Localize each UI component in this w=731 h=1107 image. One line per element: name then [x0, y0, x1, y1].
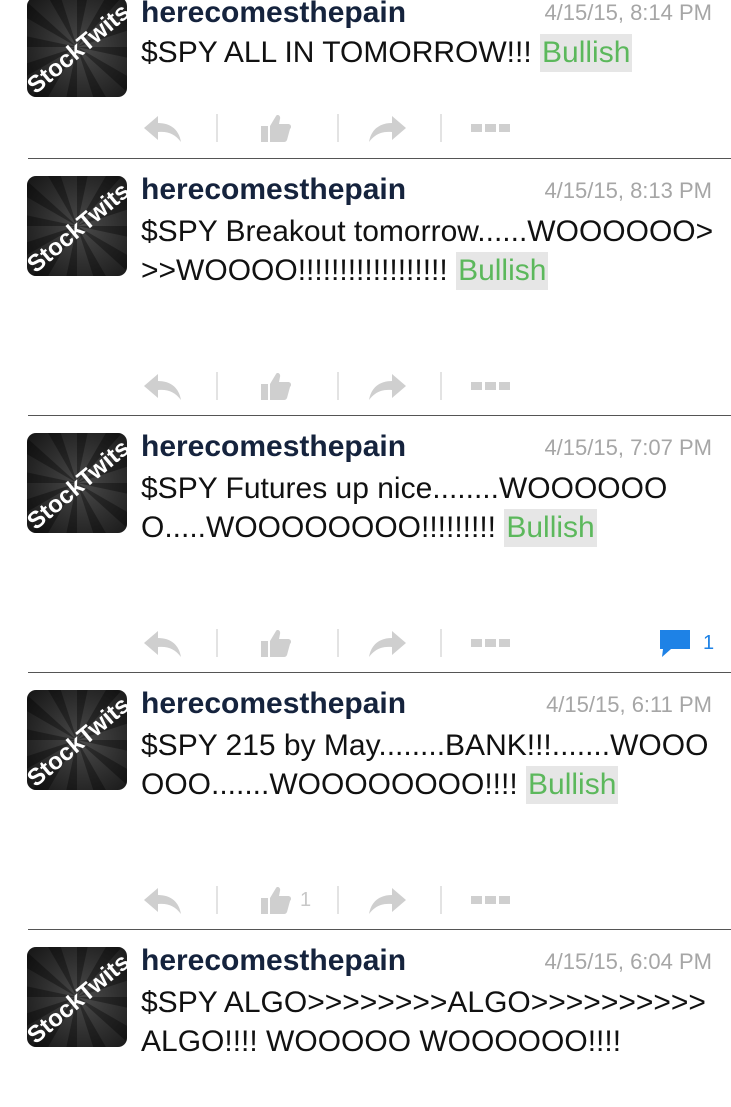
- thumbs-up-icon: [260, 370, 292, 402]
- like-button[interactable]: [260, 627, 300, 659]
- action-divider: [440, 886, 442, 914]
- message-text: $SPY ALGO>>>>>>>>ALGO>>>>>>>>>>ALGO!!!! …: [141, 986, 706, 1058]
- share-arrow-icon: [367, 112, 407, 144]
- like-count: 1: [300, 888, 312, 911]
- more-icon: [471, 894, 511, 906]
- thumbs-up-icon: [260, 884, 292, 916]
- share-button[interactable]: [367, 627, 407, 659]
- action-divider: [337, 114, 339, 142]
- action-divider: [440, 372, 442, 400]
- username[interactable]: herecomesthepain: [141, 687, 406, 721]
- share-arrow-icon: [367, 627, 407, 659]
- reply-icon: [143, 627, 183, 659]
- reply-icon: [143, 370, 183, 402]
- sentiment-badge: Bullish: [456, 252, 549, 290]
- reply-button[interactable]: [143, 112, 183, 144]
- username[interactable]: herecomesthepain: [141, 944, 406, 978]
- action-divider: [216, 114, 218, 142]
- thumbs-up-icon: [260, 112, 292, 144]
- avatar[interactable]: StockTwits: [27, 176, 127, 276]
- message-body: $SPY ALGO>>>>>>>>ALGO>>>>>>>>>>ALGO!!!! …: [141, 983, 716, 1061]
- more-button[interactable]: [471, 122, 511, 134]
- reply-icon: [143, 112, 183, 144]
- message-text: $SPY 215 by May........BANK!!!.......WOO…: [141, 729, 709, 801]
- sentiment-badge: Bullish: [540, 34, 633, 72]
- more-icon: [471, 380, 511, 392]
- action-divider: [337, 886, 339, 914]
- reply-button[interactable]: [143, 884, 183, 916]
- message-text: $SPY Breakout tomorrow......WOOOOOO>>>WO…: [141, 215, 714, 287]
- action-divider: [216, 629, 218, 657]
- comments-button[interactable]: 1: [659, 628, 714, 658]
- action-divider: [216, 886, 218, 914]
- action-divider: [337, 629, 339, 657]
- share-button[interactable]: [367, 884, 407, 916]
- username[interactable]: herecomesthepain: [141, 173, 406, 207]
- divider: [28, 929, 731, 930]
- action-bar: 1: [0, 623, 731, 663]
- like-button[interactable]: 1: [260, 884, 311, 916]
- action-divider: [216, 372, 218, 400]
- message-body: $SPY ALL IN TOMORROW!!! Bullish: [141, 33, 716, 72]
- reply-button[interactable]: [143, 370, 183, 402]
- divider: [28, 672, 731, 673]
- message-body: $SPY Futures up nice........WOOOOOOO....…: [141, 469, 716, 547]
- reply-icon: [143, 884, 183, 916]
- more-icon: [471, 637, 511, 649]
- share-button[interactable]: [367, 112, 407, 144]
- action-divider: [440, 629, 442, 657]
- divider: [28, 158, 731, 159]
- reply-button[interactable]: [143, 627, 183, 659]
- divider: [28, 415, 731, 416]
- sentiment-badge: Bullish: [504, 509, 597, 547]
- like-button[interactable]: [260, 112, 300, 144]
- timestamp: 4/15/15, 8:14 PM: [544, 0, 712, 25]
- thumbs-up-icon: [260, 627, 292, 659]
- comment-count: 1: [703, 631, 715, 654]
- action-bar: [0, 366, 731, 406]
- action-divider: [337, 372, 339, 400]
- more-button[interactable]: [471, 894, 511, 906]
- timestamp: 4/15/15, 6:11 PM: [546, 692, 712, 717]
- timestamp: 4/15/15, 8:13 PM: [544, 178, 712, 203]
- more-button[interactable]: [471, 637, 511, 649]
- timestamp: 4/15/15, 7:07 PM: [544, 435, 712, 460]
- avatar[interactable]: StockTwits: [27, 0, 127, 97]
- share-arrow-icon: [367, 884, 407, 916]
- username[interactable]: herecomesthepain: [141, 430, 406, 464]
- action-bar: [0, 108, 731, 148]
- share-button[interactable]: [367, 370, 407, 402]
- share-arrow-icon: [367, 370, 407, 402]
- more-button[interactable]: [471, 380, 511, 392]
- more-icon: [471, 122, 511, 134]
- like-button[interactable]: [260, 370, 300, 402]
- username[interactable]: herecomesthepain: [141, 0, 406, 30]
- message-text: $SPY ALL IN TOMORROW!!!: [141, 36, 541, 69]
- avatar[interactable]: StockTwits: [27, 690, 127, 790]
- message-body: $SPY Breakout tomorrow......WOOOOOO>>>WO…: [141, 212, 716, 290]
- message-body: $SPY 215 by May........BANK!!!.......WOO…: [141, 726, 716, 804]
- avatar[interactable]: StockTwits: [27, 947, 127, 1047]
- action-divider: [440, 114, 442, 142]
- sentiment-badge: Bullish: [526, 766, 619, 804]
- comment-bubble-icon: [659, 628, 691, 658]
- avatar[interactable]: StockTwits: [27, 433, 127, 533]
- action-bar: 1: [0, 880, 731, 920]
- timestamp: 4/15/15, 6:04 PM: [544, 949, 712, 974]
